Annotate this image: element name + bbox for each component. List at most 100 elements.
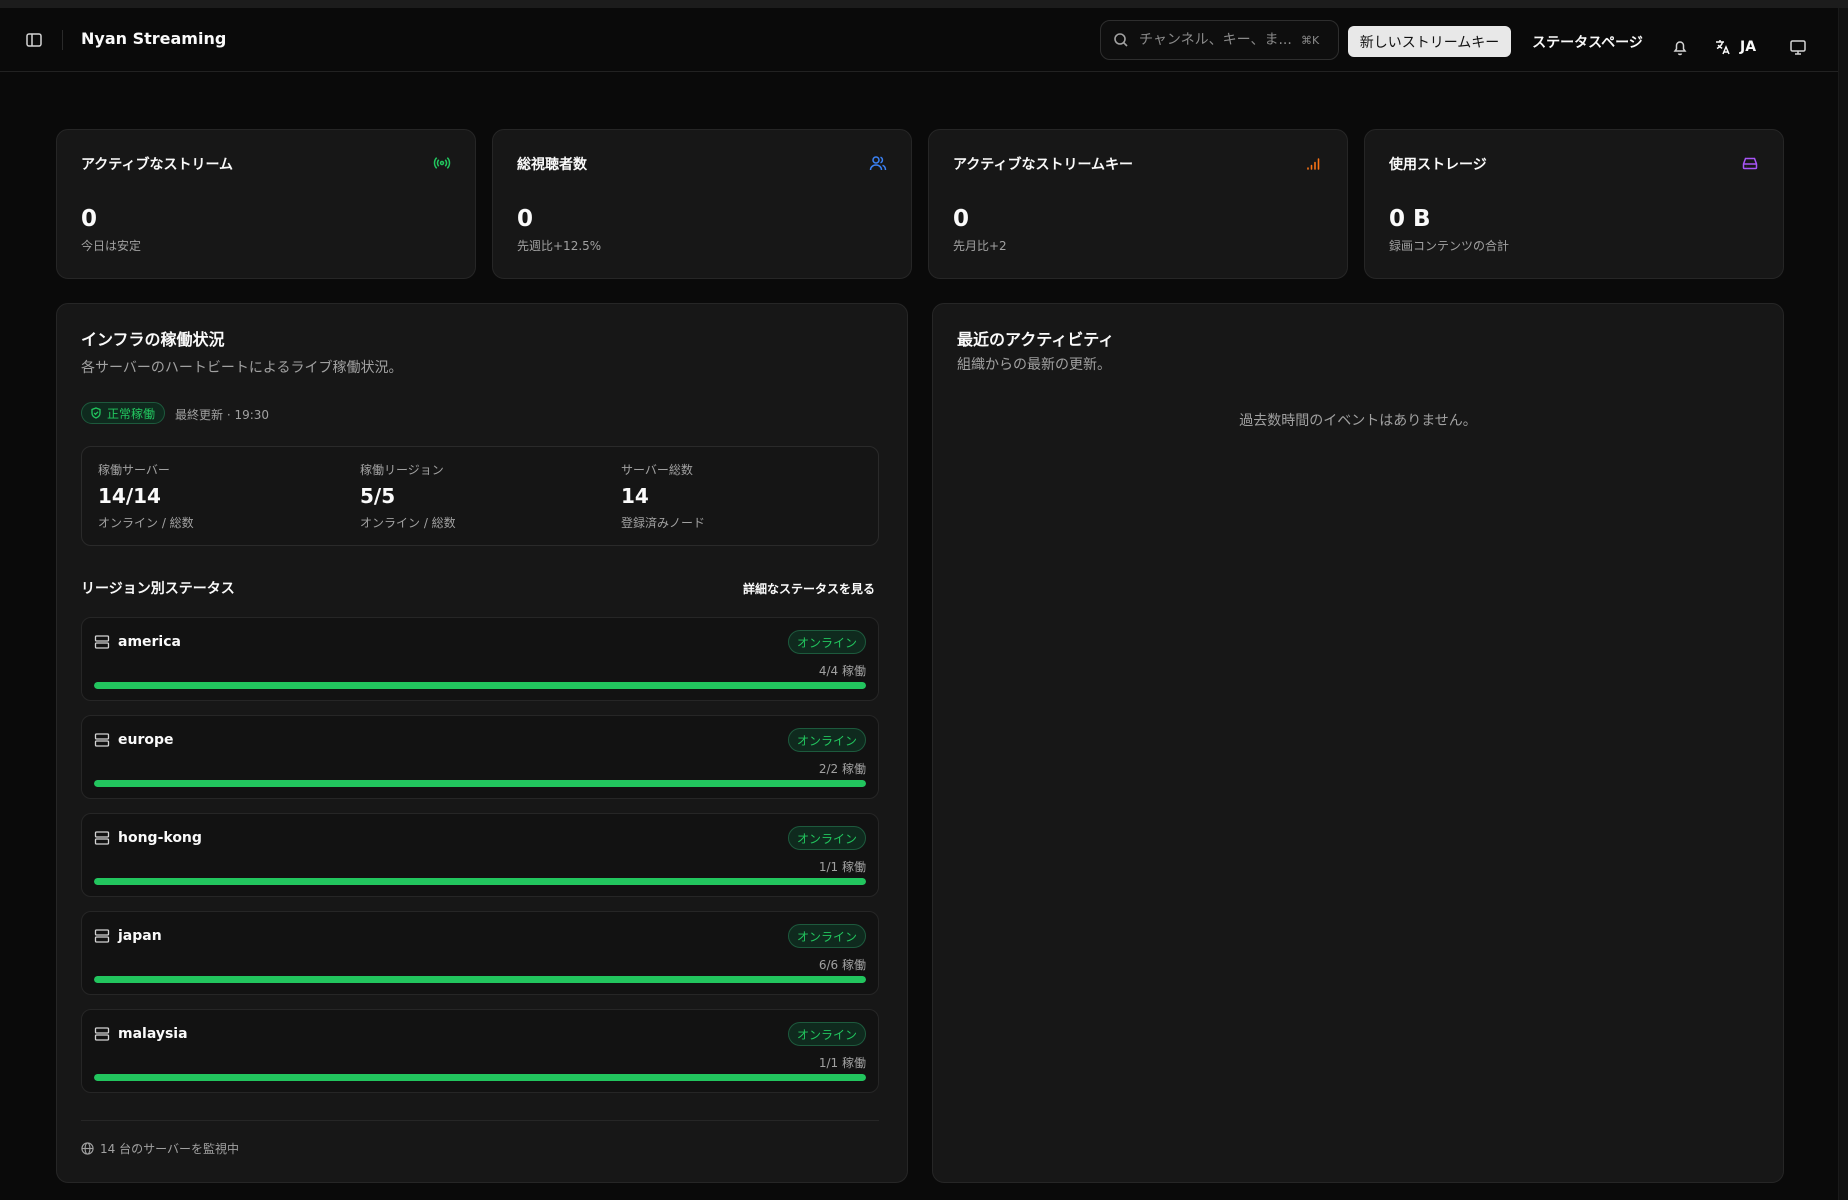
region-name: japan: [118, 928, 162, 944]
region-uptime-fill: [94, 976, 866, 983]
signal-icon: [1305, 154, 1323, 172]
region-status-heading: リージョン別ステータス: [81, 581, 235, 597]
stat-card-active-streams: アクティブなストリーム 0 今日は安定: [56, 129, 476, 279]
server-icon: [94, 733, 110, 747]
region-uptime-bar: [94, 976, 866, 983]
region-server-count: 2/2 稼働: [818, 762, 866, 776]
summary-subtext: 登録済みノード: [621, 516, 706, 530]
infra-summary: 稼働サーバー 14/14 オンライン / 総数 稼働リージョン 5/5 オンライ…: [81, 446, 879, 546]
broadcast-icon: [433, 154, 451, 172]
stat-value: 0: [81, 206, 98, 232]
stat-card-storage-used: 使用ストレージ 0 B 録画コンテンツの合計: [1364, 129, 1784, 279]
window-top-strip: [0, 0, 1848, 8]
online-status-badge: オンライン: [788, 826, 866, 850]
summary-value: 5/5: [360, 484, 396, 508]
stat-subtext: 先月比+2: [953, 239, 1007, 253]
stat-subtext: 録画コンテンツの合計: [1389, 239, 1510, 253]
status-page-link[interactable]: ステータスページ: [1520, 26, 1655, 57]
bell-icon[interactable]: [1670, 37, 1690, 57]
region-uptime-bar: [94, 682, 866, 689]
region-name: europe: [118, 732, 174, 748]
region-uptime-bar: [94, 780, 866, 787]
region-server-count: 6/6 稼働: [818, 958, 866, 972]
stat-title: アクティブなストリームキー: [953, 157, 1134, 173]
region-server-count: 4/4 稼働: [818, 664, 866, 678]
stat-value: 0 B: [1389, 206, 1431, 232]
activity-title: 最近のアクティビティ: [957, 330, 1115, 349]
stat-card-total-viewers: 総視聴者数 0 先週比+12.5%: [492, 129, 912, 279]
summary-value: 14: [621, 484, 649, 508]
health-status-badge: 正常稼働: [81, 402, 166, 424]
summary-label: 稼働リージョン: [360, 463, 444, 477]
region-uptime-fill: [94, 682, 866, 689]
region-uptime-bar: [94, 878, 866, 885]
search-shortcut: ⌘K: [1301, 33, 1320, 47]
app-header: Nyan Streaming ⌘K 新しいストリームキー ステータスページ JA: [0, 8, 1838, 72]
summary-online-servers: 稼働サーバー 14/14 オンライン / 総数: [98, 461, 194, 531]
page-scrollbar[interactable]: [1838, 8, 1848, 1200]
stat-value: 0: [517, 206, 534, 232]
health-label: 正常稼働: [107, 406, 156, 421]
recent-activity-panel: 最近のアクティビティ 組織からの最新の更新。 過去数時間のイベントはありません。: [932, 303, 1784, 1183]
search-input[interactable]: [1139, 32, 1297, 48]
region-server-count: 1/1 稼働: [818, 860, 866, 874]
shield-check-icon: [91, 407, 101, 419]
summary-total-servers: サーバー総数 14 登録済みノード: [621, 461, 705, 531]
stat-card-active-stream-keys: アクティブなストリームキー 0 先月比+2: [928, 129, 1348, 279]
search-box[interactable]: ⌘K: [1100, 20, 1339, 60]
region-row-europe[interactable]: europe オンライン 2/2 稼働: [81, 715, 879, 799]
region-name: hong-kong: [118, 830, 202, 846]
panel-divider: [81, 1120, 879, 1121]
summary-subtext: オンライン / 総数: [360, 516, 456, 530]
activity-empty-state: 過去数時間のイベントはありません。: [1239, 413, 1477, 429]
region-name: malaysia: [118, 1026, 188, 1042]
region-uptime-fill: [94, 780, 866, 787]
region-server-count: 1/1 稼働: [818, 1056, 866, 1070]
monitor-icon[interactable]: [1788, 37, 1808, 57]
online-status-badge: オンライン: [788, 728, 866, 752]
infra-description: 各サーバーのハートビートによるライブ稼働状況。: [81, 360, 403, 376]
activity-description: 組織からの最新の更新。: [957, 357, 1111, 373]
region-row-malaysia[interactable]: malaysia オンライン 1/1 稼働: [81, 1009, 879, 1093]
globe-icon: [81, 1142, 94, 1155]
stat-title: 総視聴者数: [517, 157, 587, 173]
language-code: JA: [1740, 39, 1757, 55]
app-title: Nyan Streaming: [81, 29, 227, 48]
server-icon: [94, 831, 110, 845]
region-uptime-bar: [94, 1074, 866, 1081]
language-switcher[interactable]: JA: [1714, 34, 1756, 60]
stat-title: アクティブなストリーム: [81, 157, 234, 173]
server-icon: [94, 929, 110, 943]
infra-title: インフラの稼働状況: [81, 330, 225, 349]
summary-label: 稼働サーバー: [98, 463, 170, 477]
sidebar-toggle-icon[interactable]: [24, 30, 44, 50]
new-stream-key-button[interactable]: 新しいストリームキー: [1348, 26, 1511, 57]
region-name: america: [118, 634, 181, 650]
header-divider: [62, 30, 63, 50]
region-uptime-fill: [94, 878, 866, 885]
last-updated: 最終更新 · 19:30: [175, 408, 270, 422]
users-icon: [869, 154, 887, 172]
view-detailed-status-link[interactable]: 詳細なステータスを見る: [743, 580, 875, 597]
online-status-badge: オンライン: [788, 1022, 866, 1046]
infra-status-panel: インフラの稼働状況 各サーバーのハートビートによるライブ稼働状況。 正常稼働 最…: [56, 303, 908, 1183]
region-uptime-fill: [94, 1074, 866, 1081]
server-icon: [94, 635, 110, 649]
summary-value: 14/14: [98, 484, 161, 508]
translate-icon: [1716, 40, 1730, 55]
region-row-hong-kong[interactable]: hong-kong オンライン 1/1 稼働: [81, 813, 879, 897]
online-status-badge: オンライン: [788, 630, 866, 654]
region-row-america[interactable]: america オンライン 4/4 稼働: [81, 617, 879, 701]
monitoring-footer: 14 台のサーバーを監視中: [81, 1140, 239, 1157]
stat-title: 使用ストレージ: [1389, 157, 1487, 173]
stat-subtext: 先週比+12.5%: [517, 239, 602, 253]
hard-drive-icon: [1741, 154, 1759, 172]
summary-label: サーバー総数: [621, 463, 693, 477]
summary-subtext: オンライン / 総数: [98, 516, 194, 530]
summary-online-regions: 稼働リージョン 5/5 オンライン / 総数: [360, 461, 456, 531]
stat-value: 0: [953, 206, 970, 232]
monitoring-text: 14 台のサーバーを監視中: [100, 1142, 239, 1156]
region-row-japan[interactable]: japan オンライン 6/6 稼働: [81, 911, 879, 995]
online-status-badge: オンライン: [788, 924, 866, 948]
server-icon: [94, 1027, 110, 1041]
